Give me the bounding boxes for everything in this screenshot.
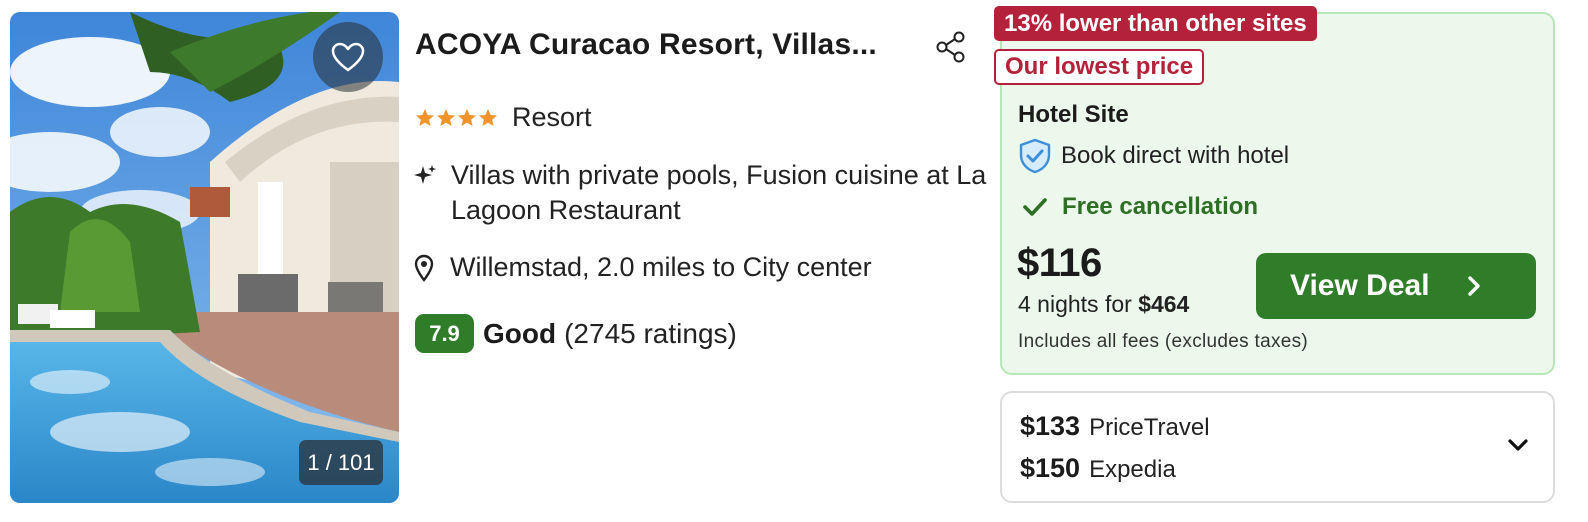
stay-total: 4 nights for $464 — [1018, 291, 1189, 318]
heart-icon — [331, 42, 365, 72]
location[interactable]: Willemstad, 2.0 miles to City center — [414, 252, 872, 283]
free-cancellation-text: Free cancellation — [1062, 193, 1259, 220]
share-icon — [936, 31, 965, 63]
rating-score-badge: 7.9 — [415, 314, 474, 353]
offer-row[interactable]: $150 Expedia — [1020, 453, 1176, 484]
view-deal-label: View Deal — [1290, 269, 1430, 302]
total-price: $464 — [1138, 291, 1190, 317]
favorite-button[interactable] — [313, 22, 383, 92]
star-icon — [437, 108, 455, 126]
checkmark-icon — [1023, 198, 1047, 216]
rating-count: (2745 ratings) — [564, 317, 737, 349]
location-pin-icon — [414, 254, 434, 282]
fees-note: Includes all fees (excludes taxes) — [1018, 331, 1309, 352]
other-offers[interactable]: $133 PriceTravel $150 Expedia — [1000, 391, 1555, 503]
chevron-down-icon[interactable] — [1507, 437, 1529, 453]
price-comparison-badge: 13% lower than other sites — [994, 6, 1317, 41]
nightly-price: $116 — [1017, 241, 1102, 285]
highlights-text: Villas with private pools, Fusion cuisin… — [451, 160, 987, 225]
hotel-photo[interactable]: 1 / 101 — [10, 12, 399, 503]
shield-check-icon — [1019, 138, 1051, 174]
guest-rating[interactable]: 7.9 Good (2745 ratings) — [415, 314, 737, 353]
offer-price: $133 — [1020, 411, 1081, 441]
rating-word: Good — [483, 317, 557, 349]
star-icon — [416, 108, 434, 126]
sparkle-icon — [414, 165, 436, 184]
deal-site-name: Hotel Site — [1018, 101, 1129, 128]
book-direct: Book direct with hotel — [1018, 138, 1289, 174]
offer-site: Expedia — [1089, 456, 1176, 483]
offer-price: $150 — [1020, 453, 1081, 483]
star-rating — [415, 108, 498, 128]
star-icon — [479, 108, 497, 126]
chevron-right-icon — [1468, 276, 1480, 296]
view-deal-button[interactable]: View Deal — [1256, 253, 1536, 319]
share-button[interactable] — [934, 30, 968, 64]
offer-site: PriceTravel — [1089, 414, 1210, 441]
nights-label: 4 nights for — [1018, 291, 1132, 317]
free-cancellation: Free cancellation — [1022, 193, 1258, 221]
hotel-class: Resort — [415, 102, 592, 133]
property-type: Resort — [512, 102, 592, 132]
hotel-name[interactable]: ACOYA Curacao Resort, Villas... — [415, 28, 915, 62]
photo-counter: 1 / 101 — [299, 440, 383, 485]
offer-row[interactable]: $133 PriceTravel — [1020, 411, 1210, 442]
highlights: Villas with private pools, Fusion cuisin… — [413, 158, 991, 228]
lowest-price-badge: Our lowest price — [994, 49, 1205, 85]
book-direct-text: Book direct with hotel — [1061, 142, 1290, 169]
star-icon — [458, 108, 476, 126]
location-text: Willemstad, 2.0 miles to City center — [450, 252, 872, 282]
